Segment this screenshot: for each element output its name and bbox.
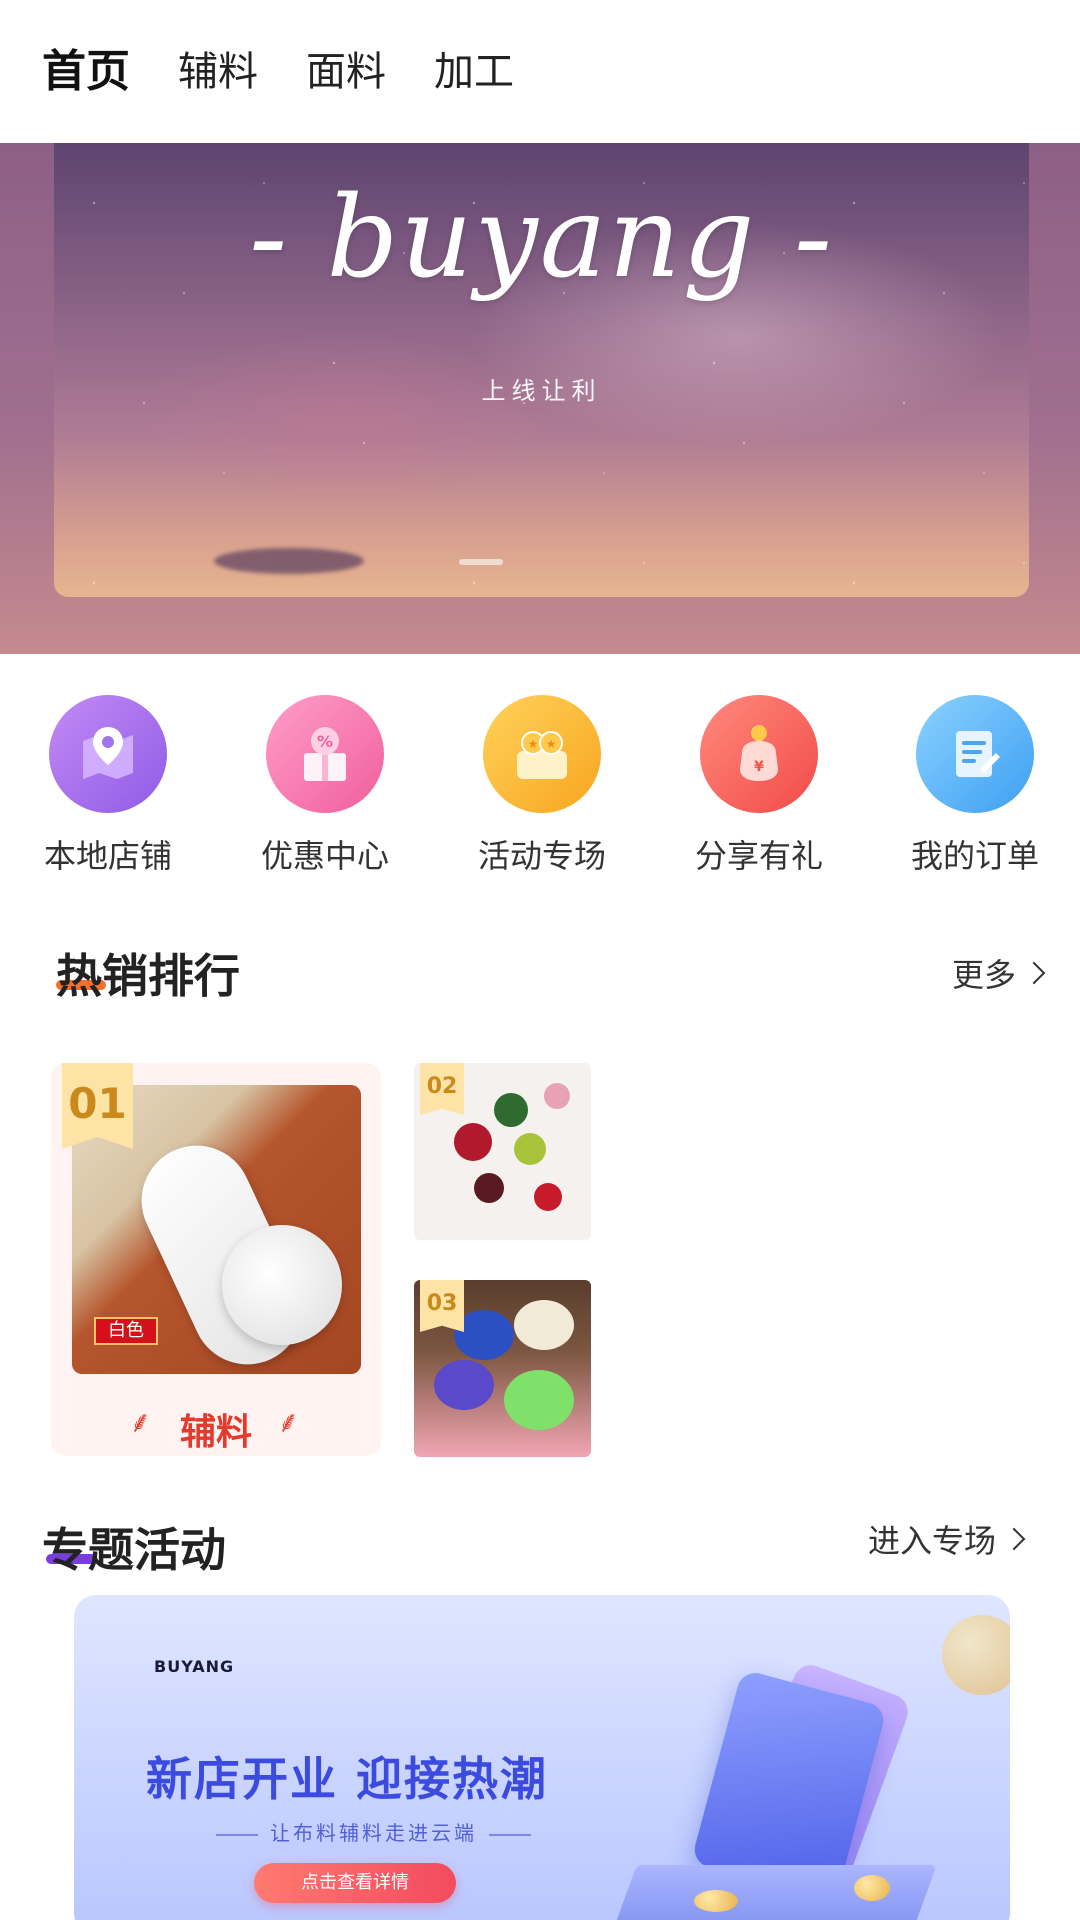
- hot-ranking-more-link[interactable]: 更多: [952, 950, 1046, 996]
- banner-background: - buyang - 上线让利: [0, 143, 1080, 654]
- knot-decoration: [514, 1133, 546, 1165]
- quick-action-discount-center[interactable]: % 优惠中心: [250, 695, 400, 877]
- hot-item-card-2[interactable]: 02: [414, 1063, 591, 1240]
- quick-action-label: 活动专场: [477, 837, 606, 875]
- knot-decoration: [504, 1370, 574, 1430]
- banner-carousel[interactable]: - buyang - 上线让利: [54, 143, 1029, 597]
- knot-decoration: [474, 1173, 504, 1203]
- laurel-right-icon: ⸙: [277, 1405, 300, 1440]
- quick-action-label: 分享有礼: [694, 837, 823, 875]
- tab-home[interactable]: 首页: [42, 49, 130, 94]
- app-page: 首页 辅料 面料 加工 - buyang - 上线让利 本地店铺 % 优惠中心: [0, 0, 1080, 1920]
- special-events-enter-link[interactable]: 进入专场: [868, 1516, 1026, 1562]
- knot-decoration: [494, 1093, 528, 1127]
- promo-brand: BUYANG: [154, 1657, 235, 1676]
- banner-logo-text: - buyang -: [249, 173, 834, 303]
- hot-item-card-1[interactable]: 白色 01 ⸙ 辅料 ⸙: [51, 1063, 381, 1456]
- chevron-right-icon: [1002, 1527, 1026, 1551]
- promo-subline: 让布料辅料走进云端: [204, 1817, 543, 1846]
- tab-accessories[interactable]: 辅料: [178, 52, 258, 92]
- svg-text:¥: ¥: [754, 759, 764, 775]
- carousel-indicator[interactable]: [459, 559, 503, 565]
- quick-action-label: 优惠中心: [260, 837, 389, 875]
- quick-action-label: 本地店铺: [43, 837, 172, 875]
- knot-shape: [222, 1225, 342, 1345]
- hot-ranking-title: 热销排行: [56, 949, 240, 1003]
- svg-text:%: %: [317, 732, 333, 751]
- money-bag-icon: ¥: [700, 695, 818, 813]
- order-doc-icon: [916, 695, 1034, 813]
- quick-actions-row: 本地店铺 % 优惠中心 ★ ★ 活动专场 ¥ 分享有礼 我的订单: [0, 695, 1080, 875]
- tab-fabric[interactable]: 面料: [306, 52, 386, 92]
- more-label: 更多: [952, 956, 1017, 994]
- coin-decoration: [942, 1615, 1010, 1695]
- cloud-decoration: [214, 548, 364, 574]
- svg-text:★: ★: [546, 737, 557, 751]
- rank-badge: 03: [420, 1280, 464, 1332]
- quick-action-share-gift[interactable]: ¥ 分享有礼: [684, 695, 834, 877]
- top-tab-bar: 首页 辅料 面料 加工: [0, 0, 1080, 143]
- knot-decoration: [514, 1300, 574, 1350]
- tab-processing[interactable]: 加工: [434, 52, 514, 92]
- quick-action-event-zone[interactable]: ★ ★ 活动专场: [467, 695, 617, 877]
- color-tag: 白色: [94, 1317, 158, 1345]
- discount-gift-icon: %: [266, 695, 384, 813]
- quick-action-label: 我的订单: [910, 837, 1039, 875]
- promo-banner[interactable]: BUYANG 新店开业 迎接热潮 让布料辅料走进云端 点击查看详情: [74, 1595, 1010, 1920]
- promo-details-button[interactable]: 点击查看详情: [254, 1863, 456, 1903]
- coin-decoration: [854, 1875, 890, 1901]
- promo-headline: 新店开业 迎接热潮: [146, 1752, 549, 1806]
- hot-item-card-3[interactable]: 03: [414, 1280, 591, 1457]
- coin-decoration: [694, 1890, 738, 1912]
- banner-subtitle: 上线让利: [481, 377, 602, 405]
- coin-wallet-icon: ★ ★: [483, 695, 601, 813]
- knot-decoration: [454, 1123, 492, 1161]
- knot-decoration: [534, 1183, 562, 1211]
- svg-text:★: ★: [528, 737, 539, 751]
- chevron-right-icon: [1022, 961, 1046, 985]
- rank-badge: 02: [420, 1063, 464, 1115]
- knot-decoration: [544, 1083, 570, 1109]
- hot-item-category: 辅料: [179, 1412, 252, 1453]
- special-events-title: 专题活动: [42, 1523, 226, 1577]
- rank-badge: 01: [62, 1063, 133, 1149]
- knot-decoration: [434, 1360, 494, 1410]
- quick-action-my-orders[interactable]: 我的订单: [900, 695, 1050, 877]
- map-pin-icon: [49, 695, 167, 813]
- enter-label: 进入专场: [868, 1522, 997, 1560]
- quick-action-local-store[interactable]: 本地店铺: [33, 695, 183, 877]
